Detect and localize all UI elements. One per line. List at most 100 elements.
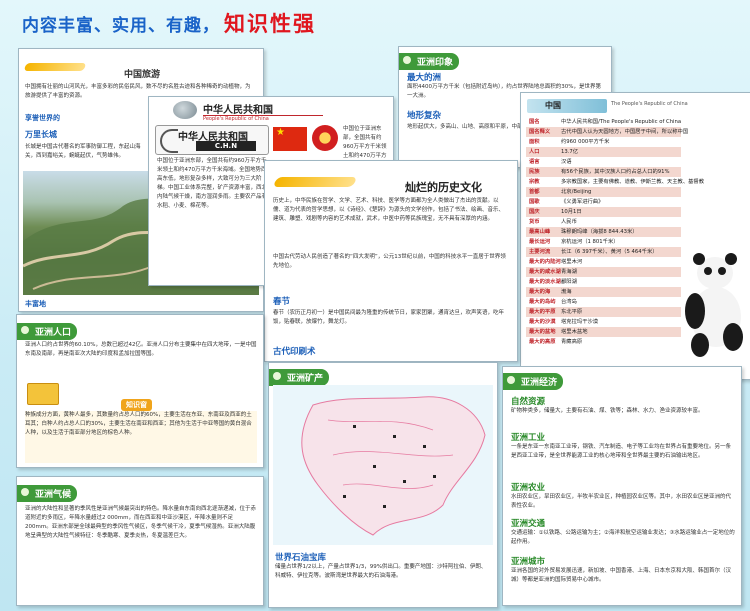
china-info-value: 台湾岛 — [561, 299, 577, 305]
china-info-value: 北京/Beijing — [561, 189, 592, 195]
culture-title: 灿烂的历史文化 — [405, 181, 482, 194]
china-info-row: 最长运河 京杭运河（1 801千米） — [529, 237, 743, 247]
prc-en-name: People's Republic of China — [203, 116, 269, 122]
culture-card: 灿烂的历史文化 历史上，中华民族在哲学、文学、艺术、科技、医学等方面都为全人类做… — [264, 160, 518, 362]
china-info-row: 最大的高原 青藏高原 — [529, 337, 679, 347]
culture-swoosh-icon — [272, 177, 358, 187]
china-info-row: 国歌 《义勇军进行曲》 — [529, 197, 743, 207]
asia-economy-h5: 亚洲城市 — [511, 557, 546, 567]
asia-economy-card: 亚洲经济 自然资源 矿物种类多，储量大，主要有石油、煤、铁等；森林、水力、渔业资… — [502, 366, 742, 606]
national-emblem-icon — [312, 125, 338, 151]
china-info-header — [527, 99, 607, 113]
china-info-key: 最大的高原 — [529, 339, 556, 345]
china-info-value: 长江（6 397千米）、黄河（5 464千米） — [561, 249, 658, 255]
tourism-sub3: 丰富地 — [25, 300, 46, 308]
page-headline: 内容丰富、实用、有趣， 知识性强 — [22, 8, 316, 38]
china-info-en-name: The People's Republic of China — [611, 101, 688, 107]
china-info-key: 国名 — [529, 119, 540, 125]
asia-economy-h3: 亚洲农业 — [511, 483, 546, 493]
asia-economy-b1: 矿物种类多，储量大，主要有石油、煤、铁等；森林、水力、渔业资源较丰富。 — [511, 408, 704, 414]
china-info-key: 最高山峰 — [529, 229, 551, 235]
china-info-key: 国庆 — [529, 209, 540, 215]
china-flag-icon: ★ — [273, 127, 307, 151]
china-info-key: 最长运河 — [529, 239, 551, 245]
china-info-row: 最大的海 渤海 — [529, 287, 679, 297]
asia-minerals-h1: 世界石油宝库 — [275, 553, 327, 563]
china-info-value: 青海湖 — [561, 269, 577, 275]
china-info-key: 最大的平原 — [529, 309, 556, 315]
asia-impression-title: 亚洲印象 — [399, 53, 460, 70]
culture-body2: 中国古代劳动人民创造了著名的“四大发明”，公元13世纪以前，中国的科技水平一直居… — [273, 254, 506, 269]
asia-minerals-title: 亚洲矿产 — [269, 369, 330, 386]
china-info-value: 东北平原 — [561, 309, 583, 315]
china-info-key: 最大的内陆河 — [529, 259, 561, 265]
china-info-row: 语言 汉语 — [529, 157, 743, 167]
asia-climate-card: 亚洲气候 亚洲的大陆性和显著的季风性是亚洲气候最突出的特色。降水量自东南向西北逐… — [16, 476, 264, 606]
asia-impression-h2: 地形复杂 — [407, 111, 442, 121]
prc-body-main: 中国位于亚洲东部，全国共有约960万平方千米领土和约470万平方千米海域。全国地… — [157, 158, 268, 209]
asia-climate-body: 亚洲的大陆性和显著的季风性是亚洲气候最突出的特色。降水量自东南向西北逐渐递减，位… — [25, 506, 257, 539]
tourism-title: 中国旅游 — [124, 70, 161, 80]
china-info-row: 货币 人民币 — [529, 217, 743, 227]
asia-economy-b5: 亚洲各国的对外贸易发展迅速，新加坡、中国香港、上海、日本东京和大阪、韩国首尔（汉… — [511, 568, 732, 583]
china-info-key: 人口 — [529, 149, 540, 155]
china-info-value: 中华人民共和国/The People's Republic of China — [561, 119, 682, 125]
asia-economy-b2: 一条是东亚一东南亚工业带，钢铁、汽车制造、电子等工业均在世界占有重要地位。另一条… — [511, 444, 732, 459]
china-info-value: 13.7亿 — [561, 149, 579, 155]
asia-impression-h1: 最大的洲 — [407, 73, 442, 83]
asia-map-illustration — [273, 385, 493, 545]
china-info-row: 国名释义 古代中国人认为天圆地方，中国居于中间，所以称中国 — [529, 127, 743, 137]
globe-icon — [173, 101, 197, 119]
china-info-value: 渤海 — [561, 289, 572, 295]
culture-body: 历史上，中华民族在哲学、文学、艺术、科技、医学等方面都为全人类做出了杰出的贡献。… — [273, 198, 505, 222]
china-info-value: 汉语 — [561, 159, 572, 165]
china-info-row: 最高山峰 珠穆朗玛峰（海拔8 844.43米） — [529, 227, 743, 237]
china-info-value: 塔里木河 — [561, 259, 583, 265]
china-info-key: 最大的淡水湖 — [529, 279, 561, 285]
china-info-value: 约960 000平方千米 — [561, 139, 610, 145]
china-info-key: 最大的沙漠 — [529, 319, 556, 325]
china-info-value: 鄱阳湖 — [561, 279, 577, 285]
headline-part2: 知识性强 — [224, 12, 316, 36]
china-info-key: 最大的咸水湖 — [529, 269, 561, 275]
china-info-key: 国歌 — [529, 199, 540, 205]
china-info-value: 古代中国人认为天圆地方，中国居于中间，所以称中国 — [561, 129, 689, 135]
knowledge-tip-label: 知识窗 — [121, 399, 152, 411]
china-info-key: 面积 — [529, 139, 540, 145]
china-info-row: 最大的盆地 塔里木盆地 — [529, 327, 679, 337]
china-info-key: 民族 — [529, 169, 540, 175]
china-info-row: 首都 北京/Beijing — [529, 187, 743, 197]
asia-economy-title: 亚洲经济 — [503, 373, 564, 390]
flag-star-icon: ★ — [276, 127, 285, 138]
china-info-row: 最大的淡水湖鄱阳湖 — [529, 277, 679, 287]
tourism-sub2: 万里长城 — [25, 130, 57, 139]
china-info-key: 最大的海 — [529, 289, 551, 295]
china-info-row: 面积 约960 000平方千米 — [529, 137, 743, 147]
china-info-value: 塔里木盆地 — [561, 329, 588, 335]
tourism-sub2-body: 长城是中国古代著名的军事防御工程，东起山海关，西到嘉峪关，蜿蜒起伏，气势雄伟。 — [25, 144, 141, 159]
tourism-sub1: 享誉世界的 — [25, 114, 60, 122]
china-info-value: 珠穆朗玛峰（海拔8 844.43米） — [561, 229, 638, 235]
prc-cn-name: 中华人民共和国 — [203, 105, 273, 116]
china-info-card: 中国 The People's Republic of China 国名 中华人民… — [520, 92, 750, 380]
china-info-title: 中国 — [545, 101, 561, 110]
china-info-row: 最大的咸水湖青海湖 — [529, 267, 679, 277]
asia-population-title: 亚洲人口 — [17, 323, 78, 340]
asia-population-body: 亚洲人口约占世界的60.10%，总数已超过42亿。亚洲人口分布主要集中在四大地带… — [25, 342, 257, 357]
china-info-key: 货币 — [529, 219, 540, 225]
china-info-row: 民族 有56个民族，其中汉族人口约占总人口的91% — [529, 167, 743, 177]
asia-economy-h1: 自然资源 — [511, 397, 546, 407]
prc-abbr: C.H.N — [196, 141, 256, 151]
china-info-value: 有56个民族，其中汉族人口约占总人口的91% — [561, 169, 670, 175]
china-info-value: 10月1日 — [561, 209, 582, 215]
china-info-row: 宗教 多宗教国家，主要有佛教、道教、伊斯兰教、天主教、基督教 — [529, 177, 743, 187]
china-info-row: 最大的沙漠 塔克拉玛干沙漠 — [529, 317, 679, 327]
asia-minerals-card: 亚洲矿产 世界石油宝库 储量占世界1/2以上，产量占世界1/3，99%供出口。重… — [268, 362, 498, 608]
asia-economy-b4: 交通运输：①以铁路、公路运输为主；②海洋和航空运输业发达；③水路运输业占一定地位… — [511, 530, 735, 545]
asia-economy-h4: 亚洲交通 — [511, 519, 546, 529]
china-info-value: 《义勇军进行曲》 — [561, 199, 604, 205]
yellow-swoosh-icon — [23, 63, 87, 71]
culture-h1: 春节 — [273, 297, 291, 307]
china-info-key: 语言 — [529, 159, 540, 165]
headline-part1: 内容丰富、实用、有趣， — [22, 16, 220, 36]
